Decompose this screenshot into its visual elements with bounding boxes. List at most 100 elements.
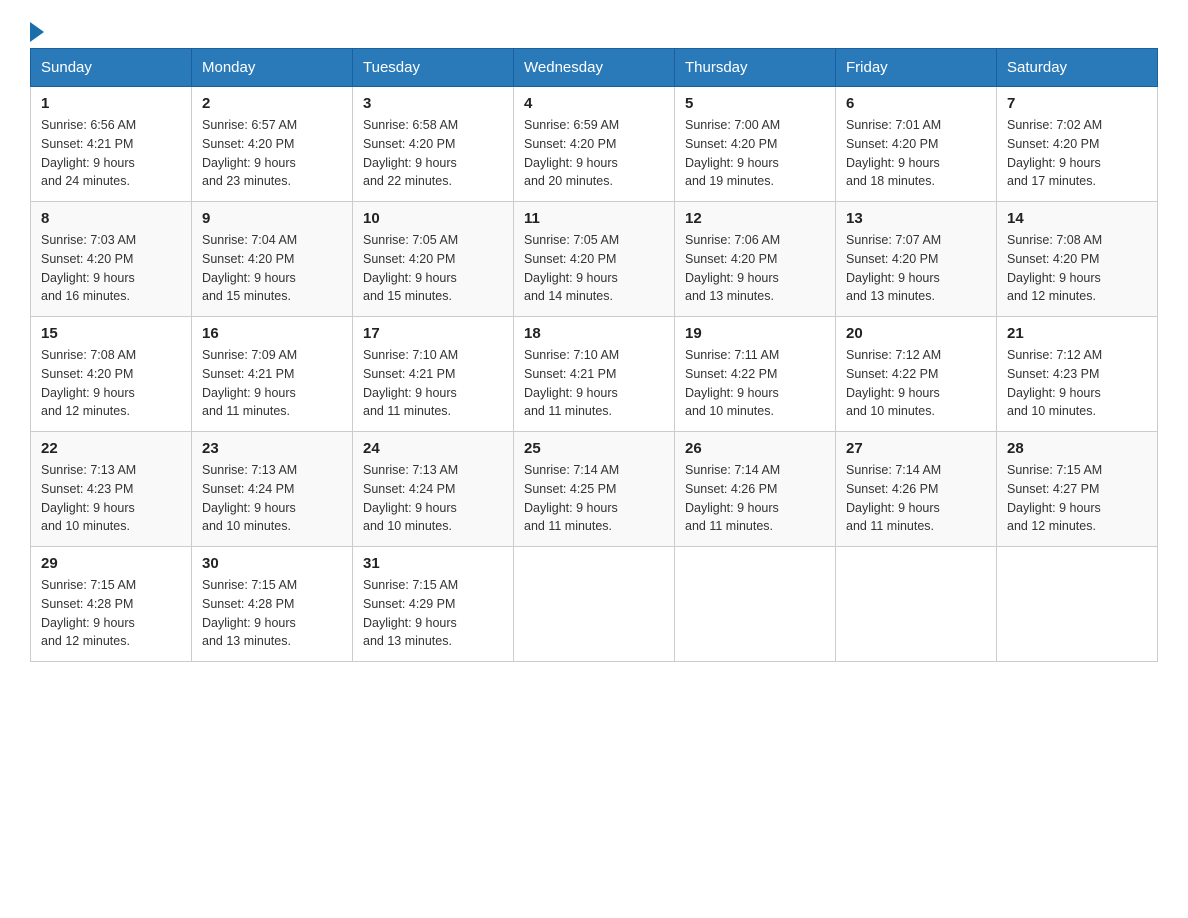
- calendar-header: SundayMondayTuesdayWednesdayThursdayFrid…: [31, 49, 1158, 87]
- day-number: 13: [846, 210, 986, 227]
- day-info: Sunrise: 7:03 AM Sunset: 4:20 PM Dayligh…: [41, 231, 181, 306]
- day-number: 11: [524, 210, 664, 227]
- day-info: Sunrise: 7:13 AM Sunset: 4:24 PM Dayligh…: [202, 461, 342, 536]
- header-day-saturday: Saturday: [997, 49, 1158, 87]
- header-day-friday: Friday: [836, 49, 997, 87]
- calendar-cell: 24 Sunrise: 7:13 AM Sunset: 4:24 PM Dayl…: [353, 432, 514, 547]
- day-info: Sunrise: 7:00 AM Sunset: 4:20 PM Dayligh…: [685, 116, 825, 191]
- day-info: Sunrise: 7:12 AM Sunset: 4:23 PM Dayligh…: [1007, 346, 1147, 421]
- calendar-cell: 31 Sunrise: 7:15 AM Sunset: 4:29 PM Dayl…: [353, 547, 514, 662]
- day-number: 8: [41, 210, 181, 227]
- day-info: Sunrise: 7:11 AM Sunset: 4:22 PM Dayligh…: [685, 346, 825, 421]
- day-info: Sunrise: 7:15 AM Sunset: 4:27 PM Dayligh…: [1007, 461, 1147, 536]
- calendar-cell: 7 Sunrise: 7:02 AM Sunset: 4:20 PM Dayli…: [997, 87, 1158, 202]
- day-info: Sunrise: 7:15 AM Sunset: 4:28 PM Dayligh…: [41, 576, 181, 651]
- calendar-cell: [514, 547, 675, 662]
- day-number: 24: [363, 440, 503, 457]
- day-number: 3: [363, 95, 503, 112]
- day-info: Sunrise: 7:14 AM Sunset: 4:26 PM Dayligh…: [846, 461, 986, 536]
- day-number: 28: [1007, 440, 1147, 457]
- day-info: Sunrise: 7:07 AM Sunset: 4:20 PM Dayligh…: [846, 231, 986, 306]
- calendar-cell: 14 Sunrise: 7:08 AM Sunset: 4:20 PM Dayl…: [997, 202, 1158, 317]
- day-number: 21: [1007, 325, 1147, 342]
- calendar-cell: 25 Sunrise: 7:14 AM Sunset: 4:25 PM Dayl…: [514, 432, 675, 547]
- logo-arrow-icon: [30, 22, 44, 42]
- day-info: Sunrise: 7:13 AM Sunset: 4:24 PM Dayligh…: [363, 461, 503, 536]
- day-number: 17: [363, 325, 503, 342]
- day-number: 16: [202, 325, 342, 342]
- calendar-cell: 2 Sunrise: 6:57 AM Sunset: 4:20 PM Dayli…: [192, 87, 353, 202]
- day-number: 7: [1007, 95, 1147, 112]
- calendar-cell: 27 Sunrise: 7:14 AM Sunset: 4:26 PM Dayl…: [836, 432, 997, 547]
- calendar-cell: 23 Sunrise: 7:13 AM Sunset: 4:24 PM Dayl…: [192, 432, 353, 547]
- day-info: Sunrise: 7:15 AM Sunset: 4:28 PM Dayligh…: [202, 576, 342, 651]
- calendar-cell: 9 Sunrise: 7:04 AM Sunset: 4:20 PM Dayli…: [192, 202, 353, 317]
- header-day-tuesday: Tuesday: [353, 49, 514, 87]
- calendar-cell: 29 Sunrise: 7:15 AM Sunset: 4:28 PM Dayl…: [31, 547, 192, 662]
- calendar-cell: 8 Sunrise: 7:03 AM Sunset: 4:20 PM Dayli…: [31, 202, 192, 317]
- day-info: Sunrise: 7:08 AM Sunset: 4:20 PM Dayligh…: [1007, 231, 1147, 306]
- day-info: Sunrise: 7:01 AM Sunset: 4:20 PM Dayligh…: [846, 116, 986, 191]
- calendar-cell: 6 Sunrise: 7:01 AM Sunset: 4:20 PM Dayli…: [836, 87, 997, 202]
- day-number: 14: [1007, 210, 1147, 227]
- day-info: Sunrise: 7:05 AM Sunset: 4:20 PM Dayligh…: [363, 231, 503, 306]
- day-number: 19: [685, 325, 825, 342]
- day-info: Sunrise: 7:14 AM Sunset: 4:26 PM Dayligh…: [685, 461, 825, 536]
- header-day-monday: Monday: [192, 49, 353, 87]
- calendar-cell: 10 Sunrise: 7:05 AM Sunset: 4:20 PM Dayl…: [353, 202, 514, 317]
- day-info: Sunrise: 7:15 AM Sunset: 4:29 PM Dayligh…: [363, 576, 503, 651]
- calendar-cell: 17 Sunrise: 7:10 AM Sunset: 4:21 PM Dayl…: [353, 317, 514, 432]
- calendar-cell: [997, 547, 1158, 662]
- calendar-cell: 1 Sunrise: 6:56 AM Sunset: 4:21 PM Dayli…: [31, 87, 192, 202]
- week-row: 22 Sunrise: 7:13 AM Sunset: 4:23 PM Dayl…: [31, 432, 1158, 547]
- day-number: 23: [202, 440, 342, 457]
- day-number: 29: [41, 555, 181, 572]
- calendar-cell: 26 Sunrise: 7:14 AM Sunset: 4:26 PM Dayl…: [675, 432, 836, 547]
- week-row: 8 Sunrise: 7:03 AM Sunset: 4:20 PM Dayli…: [31, 202, 1158, 317]
- day-number: 26: [685, 440, 825, 457]
- day-number: 27: [846, 440, 986, 457]
- logo: [30, 20, 44, 38]
- day-info: Sunrise: 6:59 AM Sunset: 4:20 PM Dayligh…: [524, 116, 664, 191]
- day-info: Sunrise: 7:14 AM Sunset: 4:25 PM Dayligh…: [524, 461, 664, 536]
- day-number: 9: [202, 210, 342, 227]
- calendar-cell: 15 Sunrise: 7:08 AM Sunset: 4:20 PM Dayl…: [31, 317, 192, 432]
- day-info: Sunrise: 7:04 AM Sunset: 4:20 PM Dayligh…: [202, 231, 342, 306]
- header-day-thursday: Thursday: [675, 49, 836, 87]
- week-row: 15 Sunrise: 7:08 AM Sunset: 4:20 PM Dayl…: [31, 317, 1158, 432]
- calendar-cell: 12 Sunrise: 7:06 AM Sunset: 4:20 PM Dayl…: [675, 202, 836, 317]
- day-info: Sunrise: 7:05 AM Sunset: 4:20 PM Dayligh…: [524, 231, 664, 306]
- day-info: Sunrise: 7:09 AM Sunset: 4:21 PM Dayligh…: [202, 346, 342, 421]
- day-info: Sunrise: 7:10 AM Sunset: 4:21 PM Dayligh…: [363, 346, 503, 421]
- calendar-cell: 28 Sunrise: 7:15 AM Sunset: 4:27 PM Dayl…: [997, 432, 1158, 547]
- day-number: 15: [41, 325, 181, 342]
- day-info: Sunrise: 6:57 AM Sunset: 4:20 PM Dayligh…: [202, 116, 342, 191]
- calendar-cell: 18 Sunrise: 7:10 AM Sunset: 4:21 PM Dayl…: [514, 317, 675, 432]
- day-number: 5: [685, 95, 825, 112]
- day-number: 20: [846, 325, 986, 342]
- week-row: 1 Sunrise: 6:56 AM Sunset: 4:21 PM Dayli…: [31, 87, 1158, 202]
- calendar-cell: 13 Sunrise: 7:07 AM Sunset: 4:20 PM Dayl…: [836, 202, 997, 317]
- day-info: Sunrise: 7:06 AM Sunset: 4:20 PM Dayligh…: [685, 231, 825, 306]
- calendar-cell: 11 Sunrise: 7:05 AM Sunset: 4:20 PM Dayl…: [514, 202, 675, 317]
- week-row: 29 Sunrise: 7:15 AM Sunset: 4:28 PM Dayl…: [31, 547, 1158, 662]
- day-info: Sunrise: 7:12 AM Sunset: 4:22 PM Dayligh…: [846, 346, 986, 421]
- day-info: Sunrise: 7:08 AM Sunset: 4:20 PM Dayligh…: [41, 346, 181, 421]
- day-number: 10: [363, 210, 503, 227]
- day-number: 30: [202, 555, 342, 572]
- calendar-cell: 19 Sunrise: 7:11 AM Sunset: 4:22 PM Dayl…: [675, 317, 836, 432]
- day-number: 4: [524, 95, 664, 112]
- day-info: Sunrise: 7:13 AM Sunset: 4:23 PM Dayligh…: [41, 461, 181, 536]
- day-number: 31: [363, 555, 503, 572]
- calendar-table: SundayMondayTuesdayWednesdayThursdayFrid…: [30, 48, 1158, 662]
- day-number: 25: [524, 440, 664, 457]
- day-number: 2: [202, 95, 342, 112]
- calendar-cell: 3 Sunrise: 6:58 AM Sunset: 4:20 PM Dayli…: [353, 87, 514, 202]
- calendar-cell: [836, 547, 997, 662]
- calendar-cell: 21 Sunrise: 7:12 AM Sunset: 4:23 PM Dayl…: [997, 317, 1158, 432]
- calendar-cell: 30 Sunrise: 7:15 AM Sunset: 4:28 PM Dayl…: [192, 547, 353, 662]
- calendar-cell: 22 Sunrise: 7:13 AM Sunset: 4:23 PM Dayl…: [31, 432, 192, 547]
- day-number: 18: [524, 325, 664, 342]
- day-number: 22: [41, 440, 181, 457]
- header-day-wednesday: Wednesday: [514, 49, 675, 87]
